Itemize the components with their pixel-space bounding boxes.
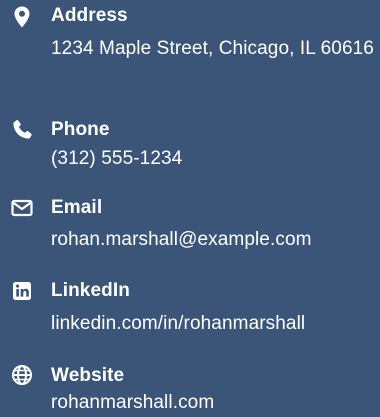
linkedin-icon [10, 279, 34, 303]
map-marker-icon [10, 5, 34, 29]
address-value: 1234 Maple Street, Chicago, IL 60616 [51, 38, 374, 59]
website-label: Website [51, 365, 125, 386]
globe-icon [10, 363, 34, 387]
envelope-icon [10, 196, 34, 220]
contact-list: Address 1234 Maple Street, Chicago, IL 6… [0, 0, 380, 417]
linkedin-label: LinkedIn [51, 280, 130, 301]
phone-label: Phone [51, 119, 110, 140]
address-label: Address [51, 5, 128, 26]
email-label: Email [51, 197, 103, 218]
linkedin-value[interactable]: linkedin.com/in/rohanmarshall [51, 309, 380, 339]
phone-value[interactable]: (312) 555-1234 [51, 144, 380, 174]
website-value[interactable]: rohanmarshall.com [51, 388, 380, 417]
email-value[interactable]: rohan.marshall@example.com [51, 225, 380, 255]
phone-icon [10, 118, 34, 142]
